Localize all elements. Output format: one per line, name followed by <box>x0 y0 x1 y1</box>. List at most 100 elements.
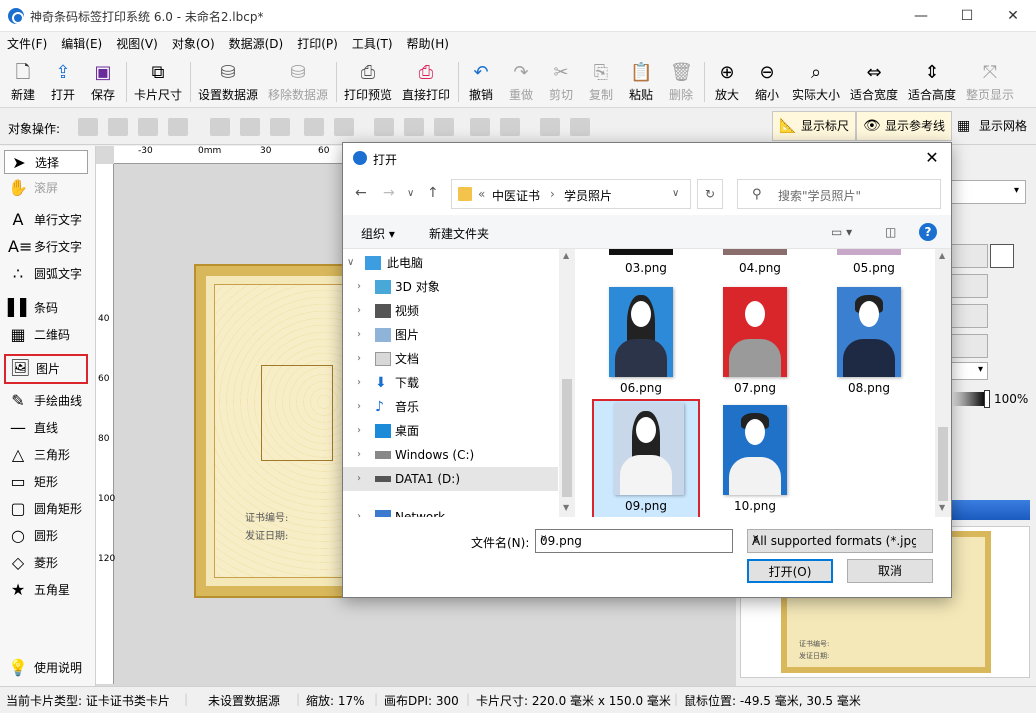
menu-help[interactable]: 帮助(H) <box>400 32 456 56</box>
refresh-button[interactable]: ↻ <box>697 179 723 209</box>
zoom-in-button[interactable]: ⊕ 放大 <box>712 60 742 106</box>
preview-pane-icon[interactable]: ◫ <box>885 225 896 239</box>
menu-datasource[interactable]: 数据源(D) <box>222 32 291 56</box>
tree-drive-d[interactable]: › DATA1 (D:) <box>343 467 558 491</box>
breadcrumb-zhongyi[interactable]: 中医证书 <box>492 187 540 204</box>
file-10[interactable]: 10.png <box>710 401 800 517</box>
copy-button[interactable]: ⎘ 复制 <box>586 60 616 106</box>
new-folder-button[interactable]: 新建文件夹 <box>429 225 489 242</box>
tool-star[interactable]: ★ 五角星 <box>4 578 88 602</box>
dialog-close-button[interactable]: ✕ <box>917 145 947 171</box>
tree-desktop[interactable]: › 桌面 <box>343 419 558 443</box>
tree-drive-c[interactable]: › Windows (C:) <box>343 443 558 467</box>
address-dropdown-icon[interactable]: ∨ <box>672 188 679 199</box>
show-guides-toggle[interactable]: 👁 显示参考线 <box>856 111 953 141</box>
tree-downloads[interactable]: › ⬇ 下载 <box>343 371 558 395</box>
opacity-slider[interactable] <box>950 392 986 406</box>
tool-rounded-rect[interactable]: ▢ 圆角矩形 <box>4 497 88 521</box>
align-bottom-icon[interactable] <box>434 118 454 136</box>
file-09[interactable]: 09.png <box>592 399 700 517</box>
property-button-4[interactable] <box>950 334 988 358</box>
tool-diamond[interactable]: ◇ 菱形 <box>4 551 88 575</box>
tool-select[interactable]: ➤ 选择 <box>4 150 88 174</box>
property-button-1[interactable] <box>950 244 988 268</box>
property-select[interactable]: ▾ <box>950 362 988 380</box>
tool-pan[interactable]: ✋ 滚屏 <box>4 176 88 200</box>
breadcrumb-photos[interactable]: 学员照片 <box>564 187 612 204</box>
ungroup-icon[interactable] <box>570 118 590 136</box>
print-preview-button[interactable]: ⎙ 打印预览 <box>342 60 394 106</box>
minimize-button[interactable]: — <box>898 0 944 32</box>
remove-datasource-button[interactable]: ⛁ 移除数据源 <box>266 60 330 106</box>
layer-top-icon[interactable] <box>108 118 128 136</box>
file-04[interactable]: 04.png <box>739 261 781 275</box>
full-page-button[interactable]: ⤧ 整页显示 <box>964 60 1016 106</box>
opacity-slider-thumb[interactable] <box>984 390 990 408</box>
group-icon[interactable] <box>540 118 560 136</box>
distribute-v-icon[interactable] <box>470 118 490 136</box>
align-top-icon[interactable] <box>374 118 394 136</box>
menu-print[interactable]: 打印(P) <box>290 32 345 56</box>
align-right-icon[interactable] <box>270 118 290 136</box>
filename-input[interactable]: 09.png ∨ <box>535 529 733 553</box>
file-03[interactable]: 03.png <box>625 261 667 275</box>
menu-object[interactable]: 对象(O) <box>165 32 222 56</box>
menu-file[interactable]: 文件(F) <box>0 32 54 56</box>
file-05[interactable]: 05.png <box>853 261 895 275</box>
view-options-icon[interactable]: ▭ ▾ <box>831 225 852 239</box>
actual-size-button[interactable]: ⌕ 实际大小 <box>790 60 842 106</box>
forward-arrow-icon[interactable]: → <box>383 185 395 201</box>
file-list-scroll-thumb[interactable] <box>938 427 948 501</box>
property-button-3[interactable] <box>950 304 988 328</box>
search-input[interactable]: ⚲ 搜索"学员照片" <box>737 179 941 209</box>
tree-network[interactable]: › Network <box>343 505 558 517</box>
help-icon[interactable]: ? <box>919 223 937 241</box>
distribute-h-icon[interactable] <box>304 118 324 136</box>
tool-line[interactable]: — 直线 <box>4 416 88 440</box>
new-button[interactable]: 🗋 新建 <box>8 60 38 106</box>
tool-image[interactable]: 🖼 图片 <box>4 354 88 384</box>
tool-arc-text[interactable]: ∴ 圆弧文字 <box>4 262 88 286</box>
align-left-icon[interactable] <box>210 118 230 136</box>
tree-documents[interactable]: › 文档 <box>343 347 558 371</box>
direct-print-button[interactable]: ⎙ 直接打印 <box>400 60 452 106</box>
cut-button[interactable]: ✂ 剪切 <box>546 60 576 106</box>
up-arrow-icon[interactable]: ↑ <box>427 185 439 201</box>
maximize-button[interactable]: ☐ <box>944 0 990 32</box>
back-arrow-icon[interactable]: ← <box>355 185 367 201</box>
file-07[interactable]: 07.png <box>710 283 800 401</box>
recent-dropdown-icon[interactable]: ∨ <box>407 188 414 199</box>
undo-button[interactable]: ↶ 撤销 <box>466 60 496 106</box>
tool-barcode[interactable]: ▌▌ 条码 <box>4 296 88 320</box>
redo-button[interactable]: ↷ 重做 <box>506 60 536 106</box>
paste-button[interactable]: 📋 粘贴 <box>626 60 656 106</box>
tree-pictures[interactable]: › 图片 <box>343 323 558 347</box>
filename-dropdown-icon[interactable]: ∨ <box>540 533 728 544</box>
tree-this-pc[interactable]: ∨ 此电脑 <box>343 251 558 275</box>
file-type-select[interactable]: All supported formats (*.jpg ∨ <box>747 529 933 553</box>
navigation-scroll-thumb[interactable] <box>562 379 572 497</box>
tool-help[interactable]: 💡 使用说明 <box>4 656 88 680</box>
menu-view[interactable]: 视图(V) <box>109 32 165 56</box>
zoom-out-button[interactable]: ⊖ 缩小 <box>752 60 782 106</box>
tool-multi-text[interactable]: A≡ 多行文字 <box>4 235 88 259</box>
open-button[interactable]: 打开(O) <box>747 559 833 583</box>
file-06[interactable]: 06.png <box>596 283 686 401</box>
card-size-button[interactable]: ⧉ 卡片尺寸 <box>132 60 184 106</box>
close-button[interactable]: ✕ <box>990 0 1036 32</box>
layer-up-icon[interactable] <box>78 118 98 136</box>
save-button[interactable]: ▣ 保存 <box>88 60 118 106</box>
fit-width-button[interactable]: ⇔ 适合宽度 <box>848 60 900 106</box>
tool-qrcode[interactable]: ▦ 二维码 <box>4 323 88 347</box>
file-08[interactable]: 08.png <box>824 283 914 401</box>
property-button-2[interactable] <box>950 274 988 298</box>
show-grid-toggle[interactable]: ▦ 显示网格 <box>950 111 1034 141</box>
address-bar[interactable]: « 中医证书 › 学员照片 ∨ <box>451 179 691 209</box>
layer-down-icon[interactable] <box>138 118 158 136</box>
file-list-scrollbar[interactable]: ▲ ▼ <box>935 249 951 517</box>
menu-edit[interactable]: 编辑(E) <box>54 32 109 56</box>
layer-bottom-icon[interactable] <box>168 118 188 136</box>
open-button[interactable]: ⇪ 打开 <box>48 60 78 106</box>
menu-tools[interactable]: 工具(T) <box>345 32 400 56</box>
align-center-icon[interactable] <box>240 118 260 136</box>
